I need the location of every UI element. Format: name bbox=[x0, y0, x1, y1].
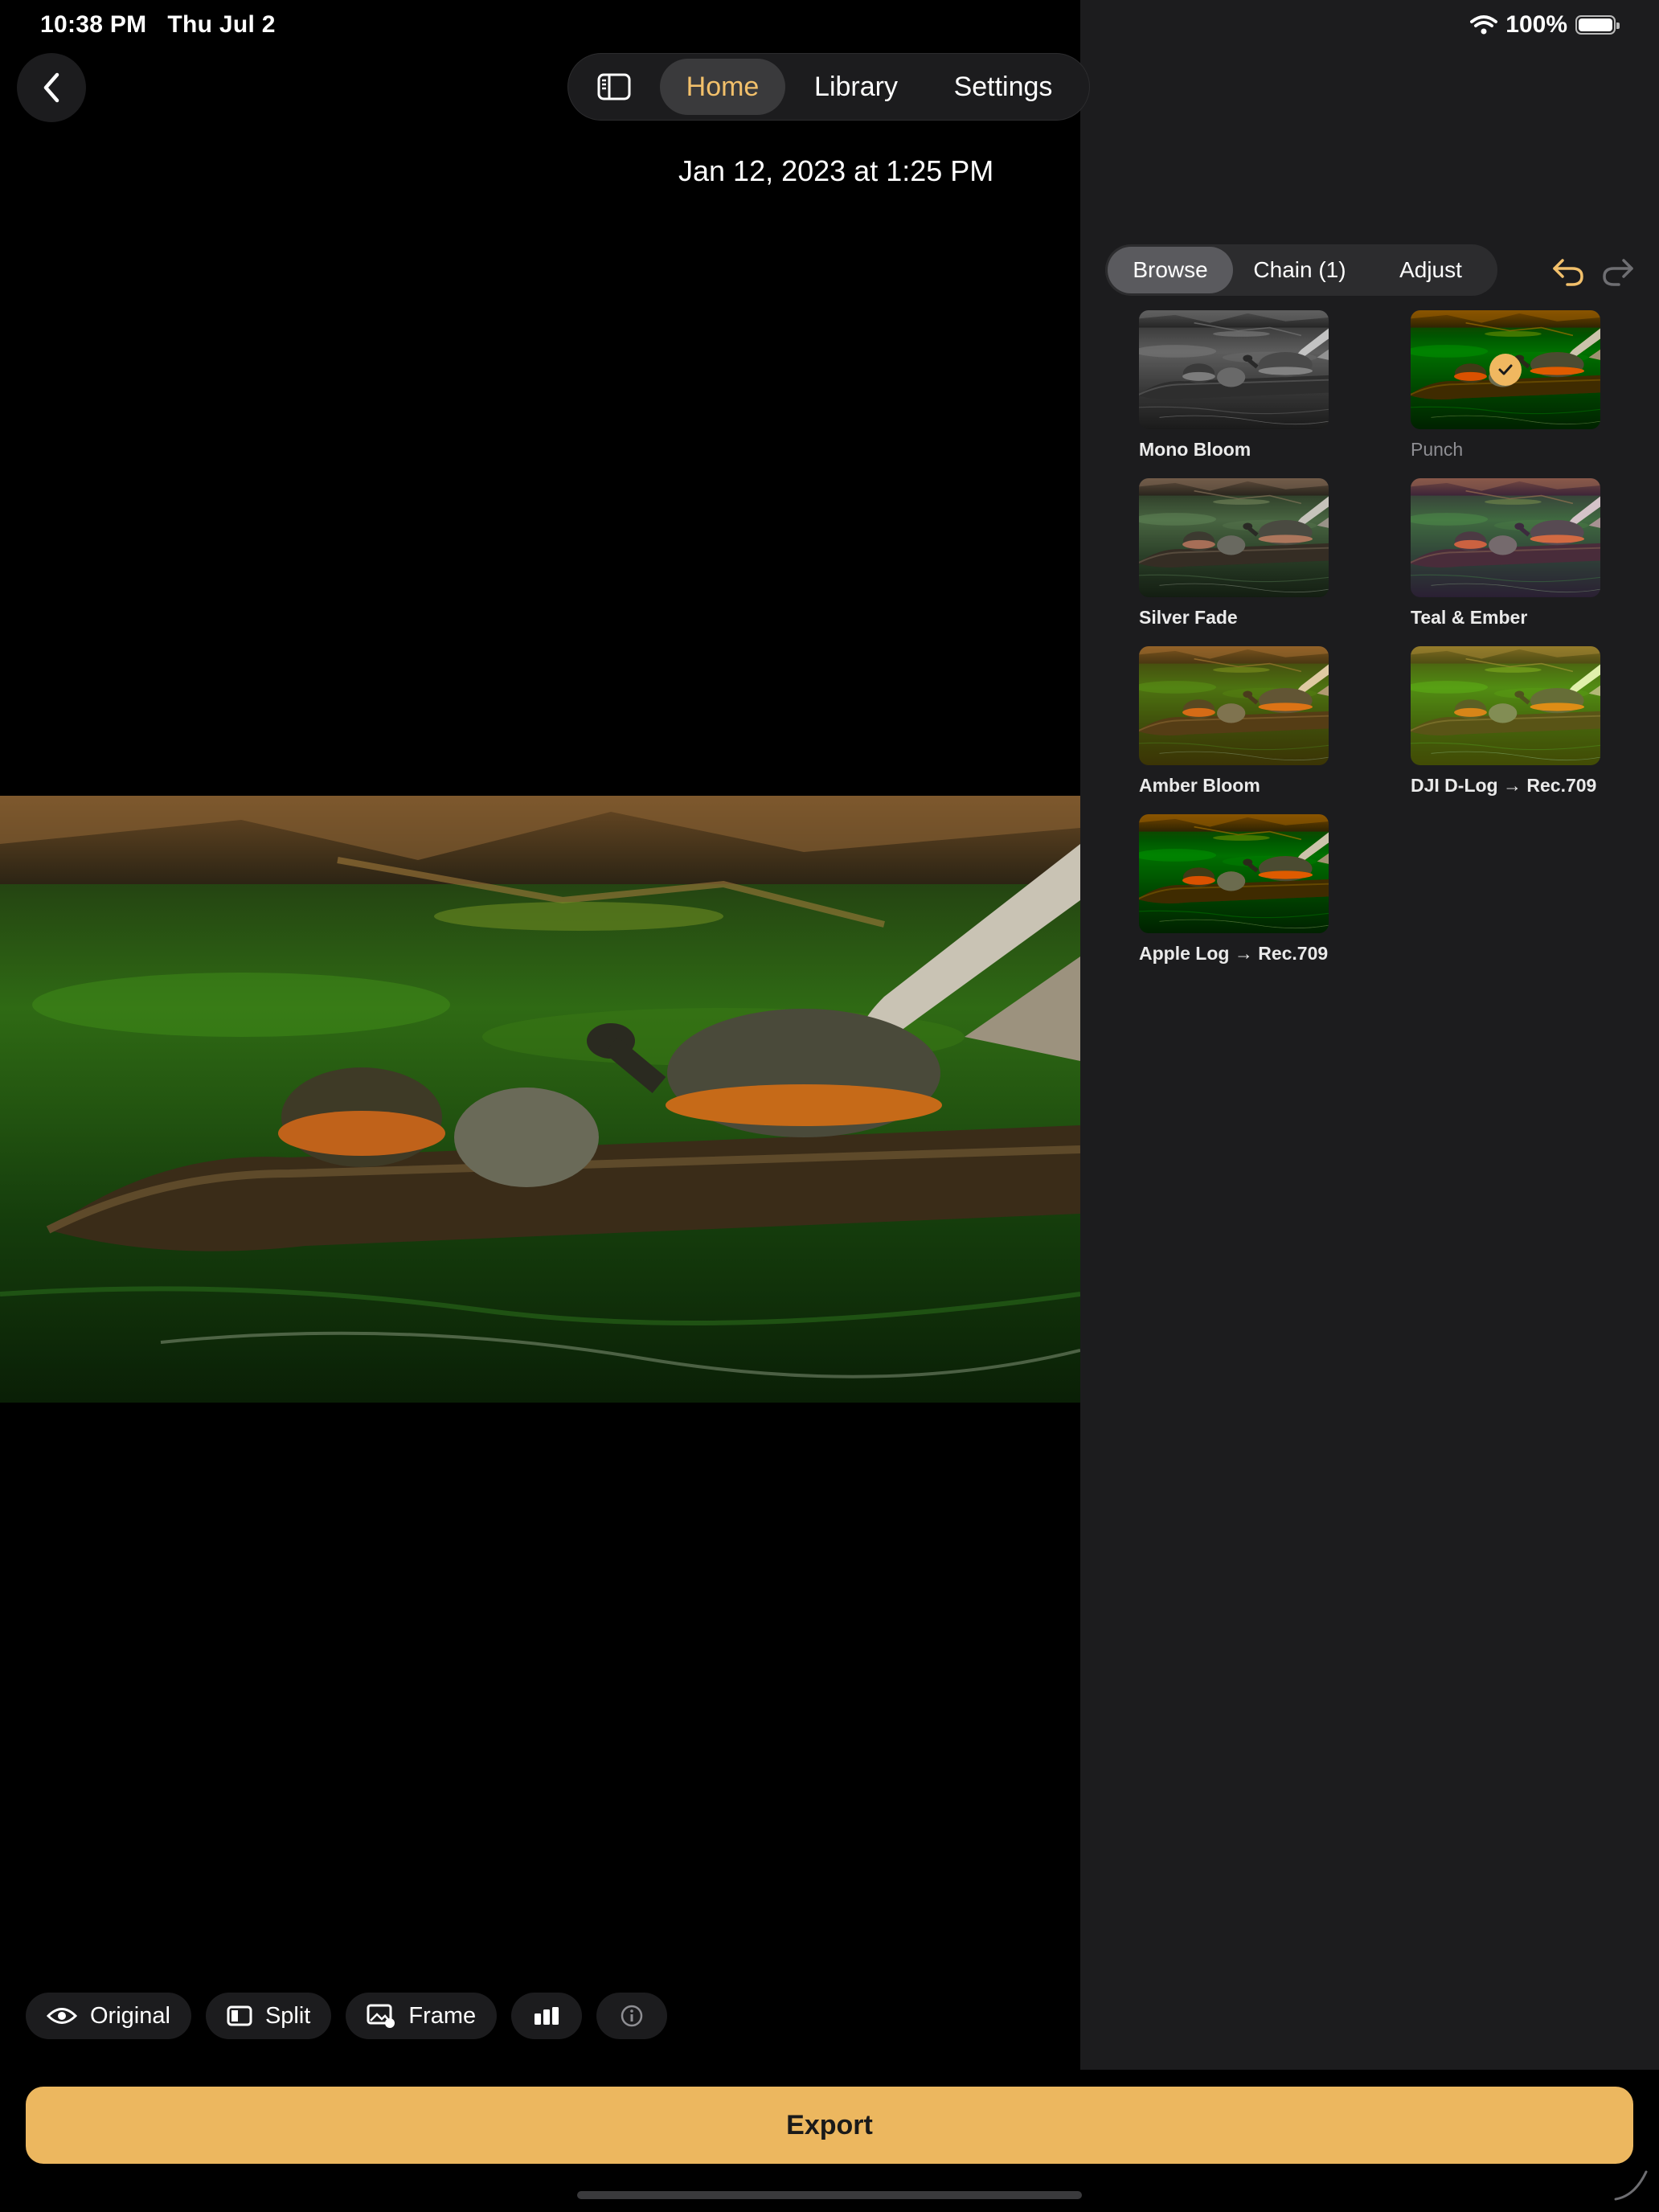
chevron-left-icon bbox=[43, 72, 59, 103]
selected-check-icon bbox=[1489, 354, 1522, 386]
preset-label: Silver Fade bbox=[1139, 607, 1238, 628]
preset-dji-dlog[interactable]: DJI D-Log → Rec.709 bbox=[1411, 646, 1604, 797]
segment-adjust[interactable]: Adjust bbox=[1366, 247, 1495, 293]
tab-home[interactable]: Home bbox=[660, 59, 785, 115]
preset-label: Punch bbox=[1411, 439, 1464, 460]
panel-segmented-control: Browse Chain (1) Adjust bbox=[1105, 244, 1497, 296]
frame-button[interactable]: Frame bbox=[346, 1993, 498, 2039]
status-time: 10:38 PM Thu Jul 2 bbox=[40, 11, 276, 38]
preset-mono-bloom[interactable]: Mono Bloom bbox=[1139, 310, 1332, 461]
preset-label: Amber Bloom bbox=[1139, 775, 1260, 796]
preset-silver-fade[interactable]: Silver Fade bbox=[1139, 478, 1332, 629]
segment-browse[interactable]: Browse bbox=[1108, 247, 1233, 293]
split-view-icon bbox=[227, 2005, 252, 2026]
segment-chain[interactable]: Chain (1) bbox=[1233, 247, 1366, 293]
preset-label: Teal & Ember bbox=[1411, 607, 1528, 628]
photo-toolbar: Original Split Frame bbox=[26, 1993, 668, 2039]
info-button[interactable] bbox=[596, 1993, 668, 2039]
bar-chart-icon bbox=[535, 2007, 559, 2025]
export-button[interactable]: Export bbox=[26, 2087, 1633, 2164]
home-indicator bbox=[577, 2191, 1082, 2199]
eye-icon bbox=[47, 2008, 77, 2024]
preset-thumbnail bbox=[1139, 646, 1329, 765]
preset-thumbnail bbox=[1139, 478, 1329, 597]
preset-amber-bloom[interactable]: Amber Bloom bbox=[1139, 646, 1332, 797]
photo-date: Jan 12, 2023 at 1:25 PM bbox=[678, 154, 994, 187]
preset-teal-ember[interactable]: Teal & Ember bbox=[1411, 478, 1604, 629]
preset-thumbnail bbox=[1411, 646, 1600, 765]
status-indicators: 100% bbox=[1470, 11, 1620, 39]
original-label: Original bbox=[90, 2002, 170, 2029]
back-button[interactable] bbox=[17, 53, 86, 122]
battery-percent: 100% bbox=[1505, 11, 1567, 38]
sidebar-toggle-button[interactable] bbox=[568, 53, 660, 121]
redo-icon[interactable] bbox=[1598, 251, 1638, 291]
info-icon bbox=[621, 2005, 643, 2027]
preset-thumbnail bbox=[1411, 478, 1600, 597]
preset-thumbnail bbox=[1411, 310, 1600, 429]
split-button[interactable]: Split bbox=[205, 1993, 332, 2039]
preset-label: Apple Log → Rec.709 bbox=[1139, 943, 1329, 964]
battery-icon bbox=[1575, 15, 1620, 35]
chart-button[interactable] bbox=[511, 1993, 583, 2039]
tab-library[interactable]: Library bbox=[785, 59, 927, 115]
preset-punch[interactable]: Punch bbox=[1411, 310, 1604, 461]
photo-frame-icon bbox=[367, 2004, 395, 2028]
preset-label: Mono Bloom bbox=[1139, 439, 1251, 460]
photo-preview[interactable] bbox=[0, 796, 1080, 1403]
sidebar-icon bbox=[597, 73, 631, 100]
photo-image bbox=[0, 796, 1080, 1403]
preset-apple-log[interactable]: Apple Log → Rec.709 bbox=[1139, 814, 1332, 965]
resize-handle-icon bbox=[1614, 2170, 1648, 2201]
preset-thumbnail bbox=[1139, 310, 1329, 429]
split-label: Split bbox=[264, 2002, 311, 2029]
wifi-icon bbox=[1470, 15, 1498, 35]
preset-thumbnail bbox=[1139, 814, 1329, 933]
preset-label: DJI D-Log → Rec.709 bbox=[1411, 775, 1597, 796]
frame-label: Frame bbox=[408, 2002, 477, 2029]
top-navigation: Home Library Settings bbox=[567, 53, 1090, 121]
original-button[interactable]: Original bbox=[26, 1993, 191, 2039]
tab-settings[interactable]: Settings bbox=[927, 59, 1079, 115]
undo-icon[interactable] bbox=[1548, 251, 1588, 291]
